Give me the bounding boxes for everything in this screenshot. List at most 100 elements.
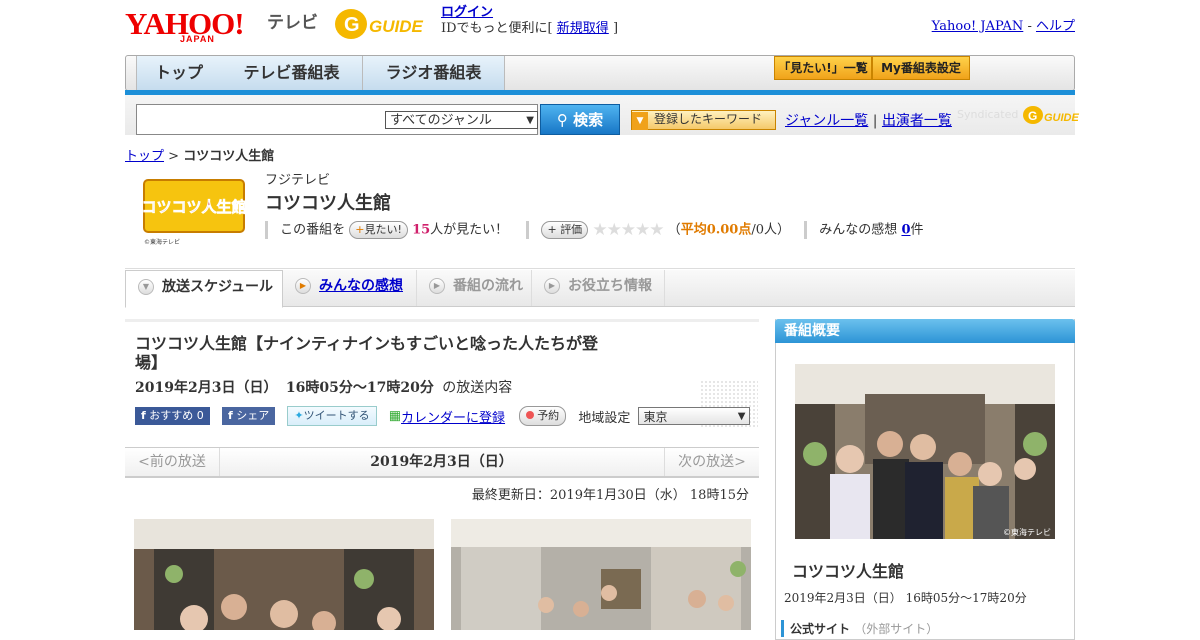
rating-average: 平均0.00点: [680, 222, 752, 238]
my-table-button[interactable]: My番組表設定: [872, 56, 970, 80]
main-nav: トップ テレビ番組表 ラジオ番組表 「見たい!」一覧 My番組表設定: [125, 55, 1075, 91]
g-guide-logo: G GUIDE: [333, 6, 433, 42]
reserve-label: 予約: [537, 409, 560, 422]
tab-flow: ▶ 番組の流れ: [417, 270, 532, 306]
tab-impressions-label: みんなの感想: [319, 278, 403, 294]
recommend-count: 0: [196, 409, 204, 422]
nav-tab-tv[interactable]: テレビ番組表: [221, 56, 363, 90]
nav-tab-radio[interactable]: ラジオ番組表: [363, 56, 505, 90]
arrow-right-icon: ▶: [295, 278, 311, 294]
genre-list-link[interactable]: ジャンル一覧: [785, 113, 868, 129]
pager-current-date: 2019年2月3日（日）: [370, 454, 513, 470]
logo-tv: テレビ: [267, 13, 318, 32]
sidebar-time: 2019年2月3日（日） 16時05分～17時20分: [784, 591, 1027, 605]
program-stats: この番組を +見たい! 15人が見たい！ + 評価 ★★★★★ （平均0.00点…: [265, 220, 924, 240]
rate-button[interactable]: + 評価: [541, 221, 589, 239]
signup-link[interactable]: 新規取得: [557, 21, 609, 36]
search-button[interactable]: ⚲ 検索: [540, 104, 620, 135]
program-logo-credit: ©東海テレビ: [144, 238, 180, 246]
arrow-right-icon: ▶: [544, 278, 560, 294]
triangle-down-icon: ▼: [632, 112, 648, 130]
search-icon: ⚲: [556, 111, 568, 129]
mitai-button[interactable]: +見たい!: [349, 221, 408, 239]
episode-date-time: 16時05分～17時20分: [285, 380, 434, 396]
channel-name: フジテレビ: [265, 173, 331, 188]
tab-flow-label: 番組の流れ: [453, 278, 523, 294]
impressions-count[interactable]: 0: [901, 223, 910, 238]
divider: [265, 221, 268, 239]
yahoo-japan-logo[interactable]: YAHOO! JAPAN テレビ: [125, 6, 318, 44]
keywords-button[interactable]: ▼ 登録したキーワード: [631, 110, 776, 130]
reserve-button[interactable]: 予約: [519, 406, 567, 426]
prev-episode-button[interactable]: <前の放送: [125, 448, 220, 476]
tab-schedule[interactable]: ▼ 放送スケジュール: [125, 270, 283, 308]
genre-links-sep: |: [872, 113, 878, 129]
genre-select[interactable]: すべてのジャンル ▼: [385, 111, 538, 129]
episode-date-suffix: の放送内容: [442, 380, 513, 396]
sidebar-photo: ©東海テレビ: [795, 364, 1055, 539]
calendar-icon: ▦: [388, 408, 402, 424]
episode-photo: [134, 519, 434, 630]
last-updated: 最終更新日：2019年1月30日（水） 18時15分: [471, 488, 749, 503]
tab-info-label: お役立ち情報: [568, 278, 652, 294]
mitai-suffix: 人が見たい！: [430, 222, 509, 238]
svg-text:G: G: [344, 14, 360, 36]
official-site[interactable]: 公式サイト （外部サイト）: [781, 620, 938, 637]
region-label: 地域設定: [578, 410, 631, 426]
region-select[interactable]: 東京 ▼: [638, 407, 751, 425]
episode-photo: [451, 519, 751, 630]
avg-open: （: [667, 222, 681, 238]
mitai-button-label: 見たい!: [364, 223, 402, 236]
external-label: （外部サイト）: [854, 622, 939, 636]
program-logo: コツコツ人生館 ©東海テレビ: [141, 178, 247, 246]
rate-button-label: 評価: [560, 223, 583, 236]
chevron-down-icon: ▼: [526, 115, 534, 126]
calendar-link[interactable]: カレンダーに登録: [401, 411, 505, 426]
program-title: コツコツ人生館: [265, 193, 391, 214]
yahoo-japan-link[interactable]: Yahoo! JAPAN: [932, 19, 1024, 34]
top-links-sep: -: [1027, 19, 1032, 34]
impressions-suffix: 件: [910, 222, 924, 238]
rating-count: /0人）: [751, 222, 791, 238]
chevron-down-icon: ▼: [737, 411, 746, 422]
next-episode-button[interactable]: 次の放送>: [664, 448, 759, 476]
nav-tab-top[interactable]: トップ: [136, 56, 222, 90]
region-select-value: 東京: [643, 410, 668, 424]
syndicated-text: Syndicated: [957, 108, 1019, 121]
mitai-prefix: この番組を: [280, 222, 346, 238]
login-desc: IDでもっと便利に[: [441, 21, 553, 36]
mitai-list-button[interactable]: 「見たい!」一覧: [774, 56, 872, 80]
rating-stars[interactable]: ★★★★★: [592, 220, 664, 240]
mitai-count: 15: [412, 222, 431, 238]
sidebar-heading: 番組概要: [775, 319, 1075, 343]
login-suffix: ]: [612, 21, 619, 36]
program-tabs: ▼ 放送スケジュール ▶ みんなの感想 ▶ 番組の流れ ▶ お役立ち情報: [125, 270, 1075, 308]
cast-list-link[interactable]: 出演者一覧: [882, 113, 952, 129]
record-dot-icon: [526, 411, 535, 419]
breadcrumb-top[interactable]: トップ: [125, 149, 164, 164]
keywords-label: 登録したキーワード: [654, 112, 763, 126]
syndicated-gguide-text: GUIDE: [1044, 112, 1080, 124]
sidebar-title: コツコツ人生館: [792, 562, 905, 581]
program-logo-text: コツコツ人生館: [142, 198, 246, 216]
twitter-bird-icon: ✦: [294, 409, 304, 422]
breadcrumb-current: コツコツ人生館: [183, 149, 275, 164]
gguide-text: GUIDE: [369, 17, 424, 36]
facebook-recommend-button[interactable]: f おすすめ 0: [135, 407, 210, 425]
login-link[interactable]: ログイン: [441, 5, 493, 20]
tweet-button[interactable]: ✦ツイートする: [287, 406, 377, 426]
plus-icon: +: [355, 223, 365, 236]
help-link[interactable]: ヘルプ: [1036, 19, 1075, 34]
arrow-right-icon: ▶: [429, 278, 445, 294]
episode-pager: <前の放送 2019年2月3日（日） 次の放送>: [125, 447, 759, 478]
tabs-top-line: [125, 268, 1075, 269]
logo-sub: JAPAN: [180, 34, 215, 44]
tab-schedule-label: 放送スケジュール: [162, 279, 274, 295]
tab-impressions[interactable]: ▶ みんなの感想: [283, 270, 417, 306]
impressions-label: みんなの感想: [819, 222, 898, 238]
plus-icon: +: [547, 223, 557, 236]
svg-text:G: G: [1028, 109, 1037, 123]
tweet-label: ツイートする: [303, 409, 370, 422]
facebook-share-button[interactable]: f シェア: [221, 407, 276, 425]
breadcrumb: トップ > コツコツ人生館: [125, 145, 274, 164]
